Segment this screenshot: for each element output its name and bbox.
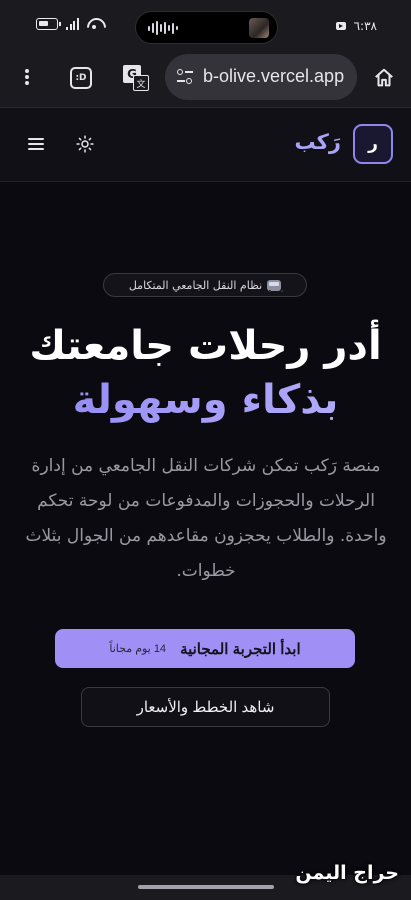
cta-secondary-label: شاهد الخطط والأسعار: [136, 699, 275, 716]
media-thumbnail: [249, 18, 269, 38]
cta-primary-label: ابدأ التجربة المجانية: [180, 640, 301, 658]
badge-text: نظام النقل الجامعي المتكامل: [128, 278, 263, 292]
translate-sub-glyph: 文: [133, 75, 149, 91]
theme-toggle-sun-icon[interactable]: [76, 135, 94, 153]
wifi-icon: [87, 18, 102, 30]
hero-description: منصة رَكب تمكن شركات النقل الجامعي من إد…: [25, 456, 387, 581]
home-icon[interactable]: [373, 67, 395, 89]
watermark: حراج اليمن: [295, 862, 399, 884]
start-free-trial-button[interactable]: ابدأ التجربة المجانية 14 يوم مجاناً: [55, 629, 355, 668]
translate-icon[interactable]: G 文: [123, 65, 149, 91]
home-indicator[interactable]: [138, 885, 274, 889]
status-time: ٦:٣٨: [353, 19, 377, 33]
cta-primary-sublabel: 14 يوم مجاناً: [109, 643, 167, 655]
site-header: رَكب ر: [0, 108, 411, 182]
more-options-icon[interactable]: [22, 66, 32, 88]
status-bar: ٦:٣٨: [0, 0, 411, 50]
view-plans-button[interactable]: شاهد الخطط والأسعار: [81, 687, 330, 727]
signal-icon: [66, 18, 79, 30]
dynamic-island: [135, 11, 278, 44]
logo-mark[interactable]: ر: [353, 124, 393, 164]
battery-saver-icon: [36, 18, 61, 30]
feature-badge: نظام النقل الجامعي المتكامل: [103, 273, 307, 297]
waveform-icon: [148, 21, 178, 35]
hamburger-menu-icon[interactable]: [28, 138, 44, 150]
tab-switcher-button[interactable]: :D: [70, 67, 92, 89]
status-icons-left: [36, 18, 102, 30]
site-settings-icon[interactable]: [177, 69, 193, 85]
hero-section: نظام النقل الجامعي المتكامل أدر رحلات جا…: [0, 183, 411, 875]
url-text[interactable]: b-olive.vercel.app: [203, 66, 344, 87]
logo-text[interactable]: رَكب: [294, 130, 341, 154]
video-call-icon: [336, 22, 346, 30]
hero-headline: أدر رحلات جامعتك: [29, 323, 382, 369]
address-bar[interactable]: b-olive.vercel.app: [165, 54, 357, 100]
browser-toolbar: :D G 文 b-olive.vercel.app: [0, 50, 411, 108]
bus-icon: [267, 279, 284, 292]
hero-headline-accent: بذكاء وسهولة: [0, 373, 411, 427]
